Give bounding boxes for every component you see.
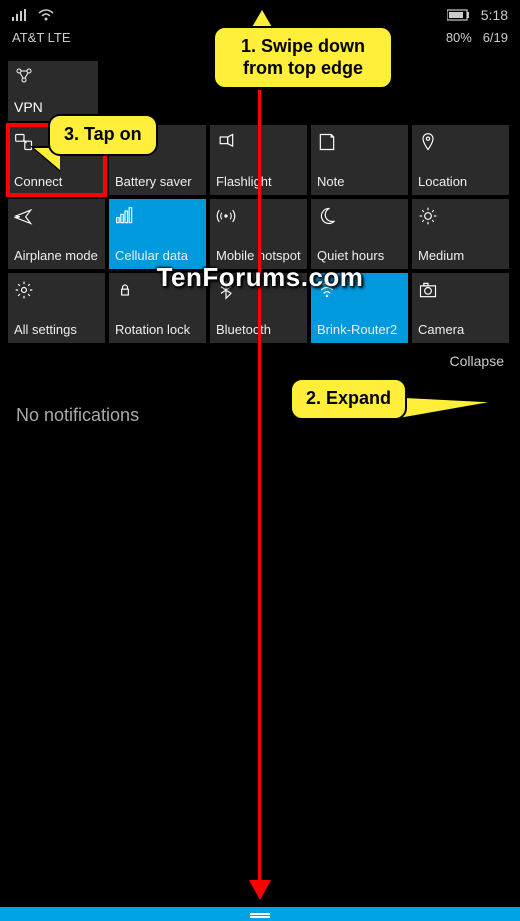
annotation-step2: 2. Expand <box>290 378 407 420</box>
tile-label: Camera <box>418 323 503 337</box>
no-notifications-text: No notifications <box>16 405 139 425</box>
tile-label: Brink-Router2 <box>317 323 402 337</box>
battery-percent: 80% <box>446 30 472 45</box>
tile-label: Quiet hours <box>317 249 402 263</box>
vpn-icon <box>14 67 92 90</box>
collapse-link[interactable]: Collapse <box>450 353 504 369</box>
tile-note[interactable]: Note <box>311 125 408 195</box>
tile-label: Cellular data <box>115 249 200 263</box>
tile-cellular-data[interactable]: Cellular data <box>109 199 206 269</box>
quiet-hours-icon <box>317 205 402 227</box>
brightness-icon <box>418 205 503 227</box>
tile-airplane-mode[interactable]: Airplane mode <box>8 199 105 269</box>
status-time: 5:18 <box>481 7 508 23</box>
location-icon <box>418 131 503 153</box>
annotation-step1: 1. Swipe down from top edge <box>213 26 393 89</box>
tile-label: Location <box>418 175 503 189</box>
tile-label: Connect <box>14 175 99 189</box>
annotation-step3: 3. Tap on <box>48 114 158 156</box>
bottom-bar[interactable] <box>0 907 520 921</box>
tile-label: Medium <box>418 249 503 263</box>
airplane-icon <box>14 205 99 227</box>
tile-label: Airplane mode <box>14 249 99 263</box>
tile-brightness[interactable]: Medium <box>412 199 509 269</box>
tile-quiet-hours[interactable]: Quiet hours <box>311 199 408 269</box>
tile-label: Battery saver <box>115 175 200 189</box>
drag-handle-icon <box>250 913 270 915</box>
vpn-tile[interactable]: VPN <box>8 61 98 121</box>
note-icon <box>317 131 402 153</box>
watermark-text: TenForums.com <box>0 262 520 293</box>
wifi-status-icon <box>38 9 54 21</box>
tile-location[interactable]: Location <box>412 125 509 195</box>
carrier-label: AT&T LTE <box>12 30 71 45</box>
signal-icon <box>12 9 28 21</box>
vpn-label: VPN <box>14 99 92 115</box>
cellular-icon <box>115 205 200 227</box>
tile-label: Rotation lock <box>115 323 200 337</box>
tile-label: All settings <box>14 323 99 337</box>
tile-label: Note <box>317 175 402 189</box>
annotation-arrow <box>258 90 261 888</box>
battery-icon <box>447 9 471 21</box>
annotation-arrow-head <box>249 880 271 900</box>
status-date: 6/19 <box>483 30 508 45</box>
